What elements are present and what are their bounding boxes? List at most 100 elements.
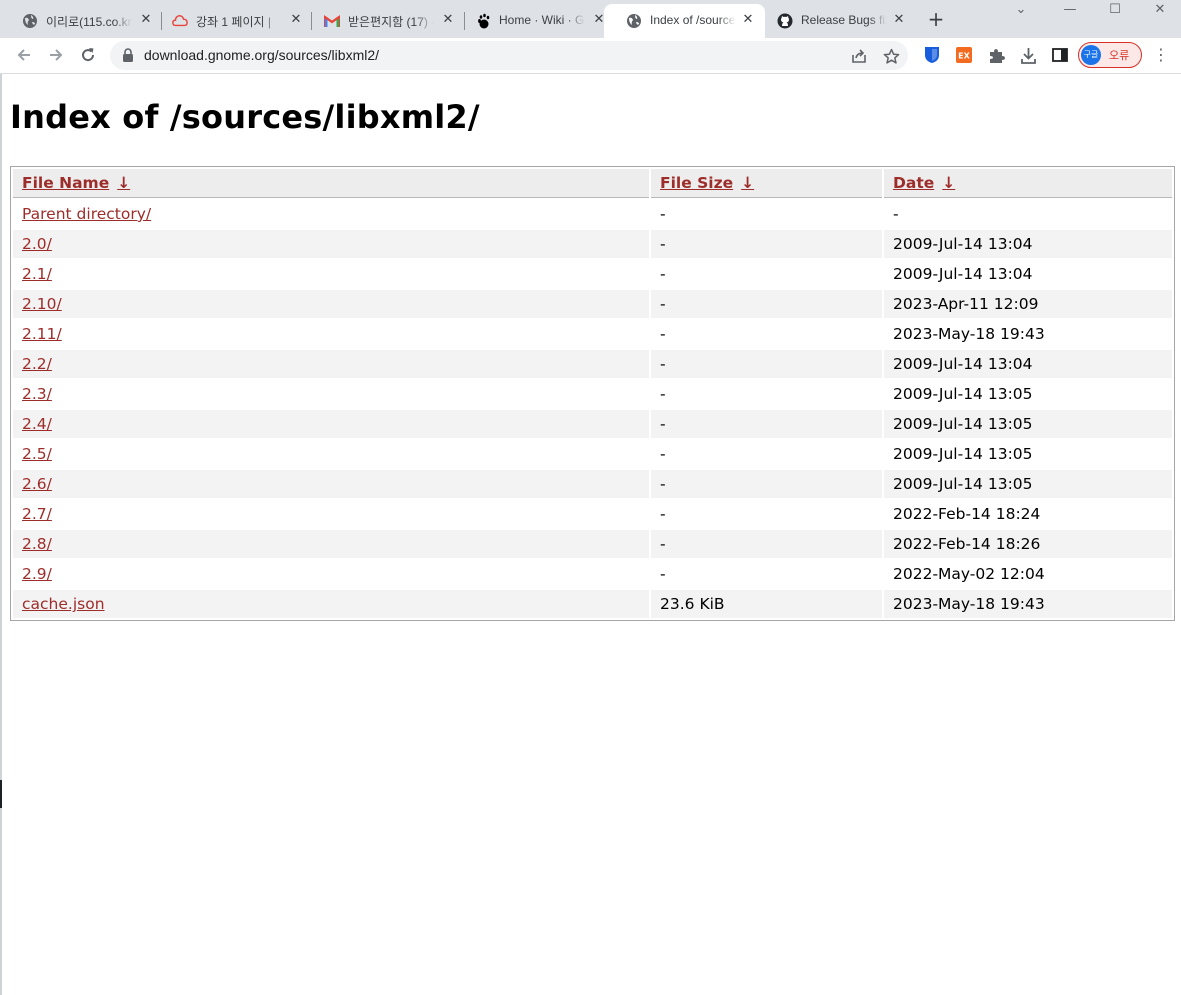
file-link[interactable]: 2.7/ bbox=[22, 505, 52, 523]
file-date-cell: 2009-Jul-14 13:05 bbox=[893, 445, 1033, 463]
sort-by-date-link[interactable]: Date ↓ bbox=[893, 174, 955, 192]
tab-search-icon[interactable]: ⌄ bbox=[1006, 2, 1036, 18]
file-link[interactable]: 2.10/ bbox=[22, 295, 62, 313]
tab-github-release[interactable]: Release Bugs fixed ✕ bbox=[755, 4, 915, 38]
file-link[interactable]: 2.11/ bbox=[22, 325, 62, 343]
column-label: Date bbox=[893, 174, 935, 192]
column-label: File Name bbox=[22, 174, 110, 192]
file-size-cell: - bbox=[651, 470, 882, 498]
close-icon[interactable]: ✕ bbox=[891, 12, 907, 28]
window-left-edge bbox=[0, 74, 2, 995]
close-icon[interactable]: ✕ bbox=[740, 12, 756, 28]
file-size-cell: - bbox=[660, 565, 666, 583]
reload-button[interactable] bbox=[77, 44, 99, 66]
globe-icon bbox=[22, 13, 38, 29]
new-tab-button[interactable]: + bbox=[926, 9, 946, 29]
sort-arrow-icon: ↓ bbox=[117, 174, 131, 192]
page-title: Index of /sources/libxml2/ bbox=[10, 98, 480, 136]
maximize-button[interactable]: ☐ bbox=[1100, 2, 1130, 18]
puzzle-extensions-icon[interactable] bbox=[987, 46, 1005, 64]
file-link[interactable]: Parent directory/ bbox=[22, 205, 151, 223]
file-date-cell: 2022-Feb-14 18:26 bbox=[884, 530, 1172, 558]
tab-lecture[interactable]: 강좌 1 페이지 | ✕ bbox=[150, 4, 310, 38]
file-link[interactable]: 2.6/ bbox=[22, 475, 52, 493]
file-size-cell: - bbox=[651, 290, 882, 318]
file-name-cell: 2.7/ bbox=[13, 500, 649, 528]
file-name-cell: 2.2/ bbox=[13, 350, 649, 378]
table-row: 2.4/ - 2009-Jul-14 13:05 bbox=[13, 410, 1172, 438]
file-link[interactable]: 2.5/ bbox=[22, 445, 52, 463]
file-size-cell: - bbox=[660, 505, 666, 523]
svg-text:EX: EX bbox=[958, 52, 970, 61]
bitwarden-shield-icon[interactable] bbox=[923, 46, 941, 64]
file-date-cell: 2009-Jul-14 13:05 bbox=[884, 470, 1172, 498]
file-date-cell: - bbox=[893, 205, 899, 223]
file-link[interactable]: 2.0/ bbox=[22, 235, 52, 253]
file-size-cell: - bbox=[651, 230, 882, 258]
file-size-cell: - bbox=[651, 350, 882, 378]
url-text[interactable]: download.gnome.org/sources/libxml2/ bbox=[144, 47, 379, 63]
share-icon[interactable] bbox=[850, 47, 868, 65]
file-size-cell: - bbox=[660, 265, 666, 283]
forward-button[interactable] bbox=[45, 44, 67, 66]
tab-index-libxml2[interactable]: Index of /sources/libxml2/ ✕ bbox=[604, 4, 765, 38]
extension-ex-icon[interactable]: EX bbox=[955, 46, 973, 64]
file-size-cell: - bbox=[651, 410, 882, 438]
tab-gnome-wiki[interactable]: Home · Wiki · GNOME ✕ bbox=[453, 4, 613, 38]
sort-by-size-link[interactable]: File Size ↓ bbox=[660, 174, 754, 192]
table-row: 2.11/ - 2023-May-18 19:43 bbox=[13, 320, 1172, 348]
address-bar[interactable]: download.gnome.org/sources/libxml2/ bbox=[110, 41, 908, 70]
bookmark-star-icon[interactable] bbox=[882, 47, 900, 65]
window-left-edge-dark bbox=[0, 780, 2, 808]
minimize-button[interactable]: — bbox=[1055, 2, 1085, 18]
file-name-cell: 2.11/ bbox=[13, 320, 649, 348]
file-size-cell: - bbox=[660, 385, 666, 403]
file-size-cell: - bbox=[660, 445, 666, 463]
file-link[interactable]: 2.1/ bbox=[22, 265, 52, 283]
file-name-cell: 2.8/ bbox=[13, 530, 649, 558]
arrow-right-icon bbox=[50, 49, 63, 61]
file-name-cell: 2.3/ bbox=[13, 380, 649, 408]
sort-arrow-icon: ↓ bbox=[741, 174, 755, 192]
table-row: 2.8/ - 2022-Feb-14 18:26 bbox=[13, 530, 1172, 558]
file-name-cell: 2.4/ bbox=[13, 410, 649, 438]
file-link[interactable]: 2.9/ bbox=[22, 565, 52, 583]
reload-icon bbox=[82, 48, 95, 62]
table-row: 2.0/ - 2009-Jul-14 13:04 bbox=[13, 230, 1172, 258]
avatar: 구글 bbox=[1081, 45, 1101, 65]
profile-button[interactable]: 구글 오류 bbox=[1078, 42, 1142, 68]
directory-listing: File Name ↓ File Size ↓ Date ↓ Parent direc… bbox=[10, 166, 1175, 621]
arrow-left-icon bbox=[17, 49, 30, 61]
file-date-cell: 2022-Feb-14 18:24 bbox=[893, 505, 1041, 523]
table-row: cache.json 23.6 KiB 2023-May-18 19:43 bbox=[13, 590, 1172, 618]
download-icon[interactable] bbox=[1019, 46, 1037, 64]
tab-gmail[interactable]: 받은편지함 (17) - ✕ bbox=[302, 4, 462, 38]
file-link[interactable]: 2.8/ bbox=[22, 535, 52, 553]
kebab-menu-icon[interactable]: ⋮ bbox=[1152, 46, 1170, 64]
github-icon bbox=[777, 13, 793, 29]
gnome-foot-icon bbox=[475, 13, 491, 29]
column-header-file-name: File Name ↓ bbox=[13, 169, 649, 198]
file-date-cell: 2022-May-02 12:04 bbox=[893, 565, 1045, 583]
tab-title: Release Bugs fixed bbox=[801, 13, 887, 27]
table-row: 2.10/ - 2023-Apr-11 12:09 bbox=[13, 290, 1172, 318]
window-close-button[interactable]: ✕ bbox=[1145, 2, 1175, 18]
file-link[interactable]: 2.2/ bbox=[22, 355, 52, 373]
table-row: 2.3/ - 2009-Jul-14 13:05 bbox=[13, 380, 1172, 408]
file-name-cell: cache.json bbox=[13, 590, 649, 618]
file-name-cell: 2.5/ bbox=[13, 440, 649, 468]
back-button[interactable] bbox=[13, 44, 35, 66]
file-date-cell: 2009-Jul-14 13:04 bbox=[884, 350, 1172, 378]
file-date-cell: 2009-Jul-14 13:05 bbox=[884, 410, 1172, 438]
tab-title: Index of /sources/libxml2/ bbox=[650, 13, 736, 27]
file-link[interactable]: 2.3/ bbox=[22, 385, 52, 403]
file-date-cell: 2009-Jul-14 13:04 bbox=[884, 230, 1172, 258]
sort-by-name-link[interactable]: File Name ↓ bbox=[22, 174, 130, 192]
side-panel-icon[interactable] bbox=[1051, 46, 1069, 64]
table-row: 2.7/ - 2022-Feb-14 18:24 bbox=[13, 500, 1172, 528]
tab-irirro[interactable]: 이리로(115.co.kr) ✕ bbox=[0, 4, 160, 38]
file-link[interactable]: cache.json bbox=[22, 595, 105, 613]
file-name-cell: Parent directory/ bbox=[13, 200, 649, 228]
tab-title: Home · Wiki · GNOME bbox=[499, 13, 585, 27]
file-link[interactable]: 2.4/ bbox=[22, 415, 52, 433]
